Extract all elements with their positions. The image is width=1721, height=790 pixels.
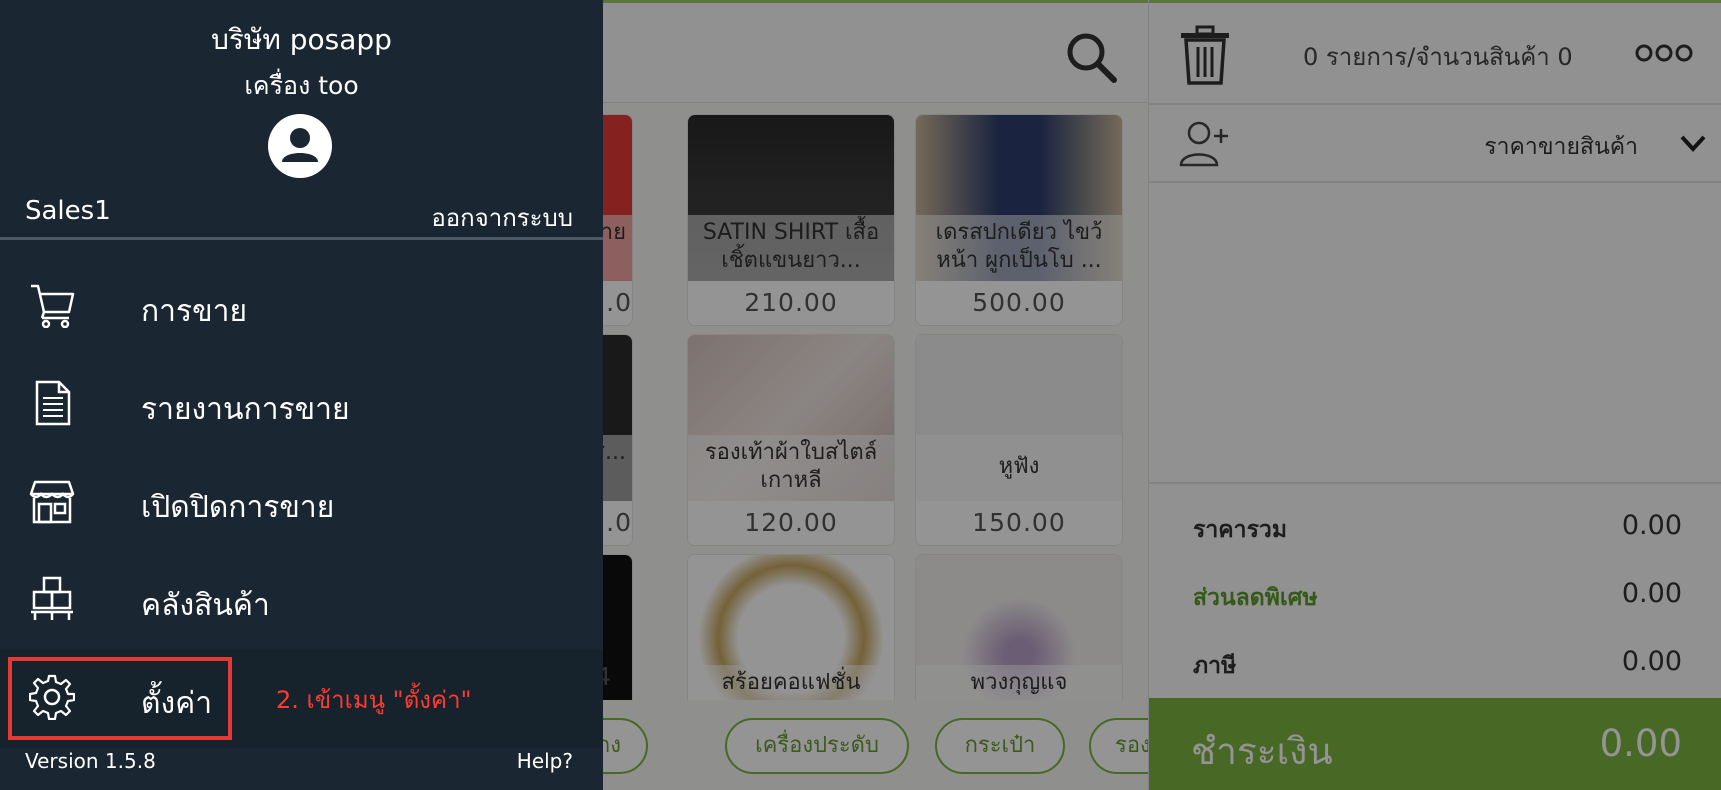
avatar — [268, 114, 332, 178]
menu-item-label: คลังสินค้า — [141, 588, 270, 623]
navigation-drawer: บริษัท posapp เครื่อง too Sales1 ออกจากร… — [0, 0, 603, 790]
company-name: บริษัท posapp — [211, 23, 392, 56]
highlight-box — [8, 657, 232, 740]
divider — [0, 237, 603, 240]
device-name: เครื่อง too — [244, 71, 359, 100]
annotation-text: 2. เข้าเมนู "ตั้งค่า" — [276, 686, 472, 714]
user-name: Sales1 — [25, 196, 111, 226]
menu-item-label: การขาย — [141, 294, 248, 329]
menu-item-label: รายงานการขาย — [141, 392, 350, 427]
menu-item-label: เปิดปิดการขาย — [141, 490, 335, 525]
menu-item-warehouse[interactable]: คลังสินค้า — [0, 552, 603, 650]
cart-icon — [31, 284, 75, 328]
menu-item-sales-report[interactable]: รายงานการขาย — [0, 356, 603, 454]
report-icon — [35, 380, 71, 426]
menu-item-open-close-sales[interactable]: เปิดปิดการขาย — [0, 454, 603, 552]
version-label: Version 1.5.8 — [25, 749, 156, 773]
logout-link[interactable]: ออกจากระบบ — [431, 198, 573, 237]
store-icon — [29, 480, 75, 524]
menu-item-sales[interactable]: การขาย — [0, 258, 603, 356]
help-link[interactable]: Help? — [517, 749, 573, 773]
warehouse-icon — [31, 576, 73, 620]
